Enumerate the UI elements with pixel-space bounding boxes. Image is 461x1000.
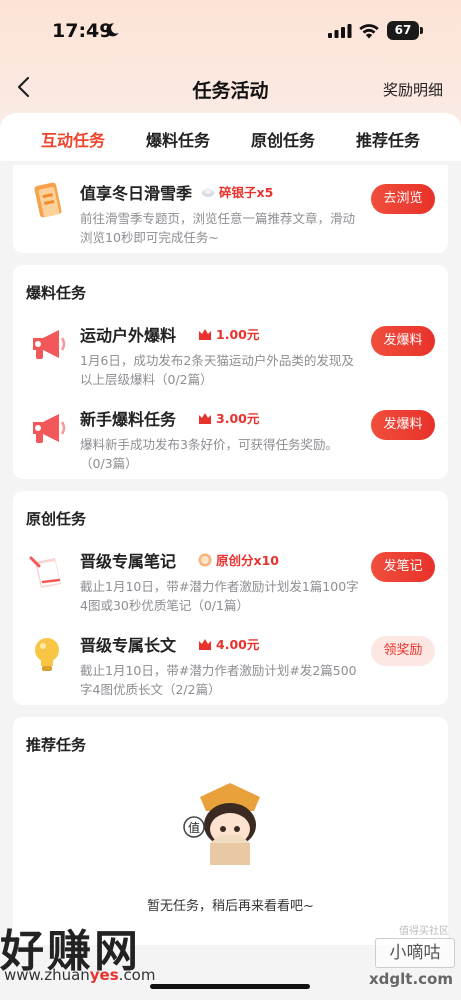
task-description: 截止1月10日，带#潜力作者激励计划#发2篇500字4图优质长文（2/2篇）	[80, 663, 357, 697]
task-description: 截止1月10日，带#潜力作者激励计划发1篇100字4图或30秒优质笔记（0/1篇…	[80, 579, 359, 613]
watermark-url-prefix: www.zhuan	[4, 966, 90, 984]
lightbulb-icon	[35, 638, 59, 671]
watermark-url: www.zhuanyes.com	[4, 966, 155, 984]
task-description: 爆料新手成功发布3条好价，可获得任务奖励。（0/3篇）	[80, 437, 338, 471]
task-name: 值享冬日滑雪季	[80, 184, 193, 203]
task-reward-text: 原创分x10	[216, 553, 279, 568]
task-reward: 碎银子x5	[201, 182, 273, 201]
task-reward-text: 1.00元	[216, 327, 260, 342]
tab-recommend[interactable]: 推荐任务	[356, 127, 420, 151]
section-title: 推荐任务	[26, 736, 87, 754]
interactive-task-card: 值享冬日滑雪季 碎银子x5 前往滑雪季专题页，浏览任意一篇推荐文章，滑动浏览10…	[13, 165, 448, 253]
post-note-button[interactable]: 发笔记	[371, 552, 435, 582]
note-icon	[29, 556, 61, 588]
empty-state-text: 暂无任务，稍后再来看看吧~	[147, 899, 314, 914]
task-item: 晋级专属笔记 原创分x10 截止1月10日，带#潜力作者激励计划发1篇100字4…	[13, 548, 448, 628]
task-reward: 原创分x10	[198, 550, 279, 569]
home-indicator	[150, 984, 310, 989]
section-title: 爆料任务	[26, 284, 87, 302]
watermark-url-highlight: yes	[89, 966, 119, 984]
task-reward-text: 碎银子x5	[219, 185, 274, 200]
red-packet-icon	[199, 328, 211, 340]
task-name: 晋级专属长文	[80, 636, 177, 655]
task-item: 新手爆料任务 3.00元 爆料新手成功发布3条好价，可获得任务奖励。（0/3篇）…	[13, 406, 448, 486]
megaphone-icon	[33, 330, 66, 359]
mascot-sign-text: 值	[188, 820, 200, 835]
task-name: 新手爆料任务	[80, 410, 177, 429]
task-reward: 3.00元	[198, 408, 259, 427]
megaphone-icon	[33, 414, 66, 443]
watermark-right-url: xdglt.com	[369, 970, 453, 988]
signal-icon	[328, 24, 352, 38]
tab-interactive[interactable]: 互动任务	[41, 127, 105, 151]
claim-reward-button[interactable]: 领奖励	[371, 636, 435, 666]
task-description: 1月6日，成功发布2条天猫运动户外品类的发现及以上层级爆料（0/2篇）	[80, 353, 354, 387]
watermark-right-brand: 小嘀咕	[375, 938, 455, 968]
silver-coin-icon	[202, 187, 214, 197]
reward-details-link[interactable]: 奖励明细	[383, 79, 443, 100]
ski-card-icon	[34, 182, 62, 218]
task-item: 晋级专属长文 4.00元 截止1月10日，带#潜力作者激励计划#发2篇500字4…	[13, 632, 448, 712]
original-point-icon	[198, 553, 212, 566]
task-reward: 1.00元	[198, 324, 259, 343]
red-packet-icon	[199, 638, 211, 650]
status-bar: 17:49 67	[0, 18, 461, 46]
moon-icon	[106, 23, 119, 37]
baoliao-section-card: 爆料任务 运动户外爆料 1.00元 1月6日，成功发布2条天猫运动户外品类的发现…	[13, 265, 448, 479]
task-name: 运动户外爆料	[80, 326, 177, 345]
browse-button[interactable]: 去浏览	[371, 184, 435, 214]
watermark-community: 值得买社区	[399, 926, 449, 937]
battery-indicator: 67	[387, 21, 423, 40]
tab-bar: 互动任务 爆料任务 原创任务 推荐任务	[0, 113, 461, 161]
task-reward-text: 3.00元	[216, 411, 260, 426]
task-item: 运动户外爆料 1.00元 1月6日，成功发布2条天猫运动户外品类的发现及以上层级…	[13, 322, 448, 402]
post-baoliao-button[interactable]: 发爆料	[371, 326, 435, 356]
red-packet-icon	[199, 412, 211, 424]
wifi-icon	[359, 24, 379, 39]
task-reward-text: 4.00元	[216, 637, 260, 652]
task-description: 前往滑雪季专题页，浏览任意一篇推荐文章，滑动浏览10秒即可完成任务~	[80, 211, 356, 245]
tab-original[interactable]: 原创任务	[251, 127, 315, 151]
recommend-section-card: 推荐任务 值 暂无任务，稍后再来看看吧~	[13, 717, 448, 945]
task-reward: 4.00元	[198, 634, 259, 653]
tab-baoliao[interactable]: 爆料任务	[146, 127, 210, 151]
watermark-url-suffix: .com	[118, 966, 156, 984]
original-section-card: 原创任务 晋级专属笔记 原创分x10 截止1月10日，带#潜力作者激励计划发1篇…	[13, 491, 448, 705]
post-baoliao-button[interactable]: 发爆料	[371, 410, 435, 440]
task-name: 晋级专属笔记	[80, 552, 177, 571]
section-title: 原创任务	[26, 510, 87, 528]
empty-mascot-illustration: 值	[183, 783, 260, 865]
task-item: 值享冬日滑雪季 碎银子x5 前往滑雪季专题页，浏览任意一篇推荐文章，滑动浏览10…	[13, 180, 448, 260]
